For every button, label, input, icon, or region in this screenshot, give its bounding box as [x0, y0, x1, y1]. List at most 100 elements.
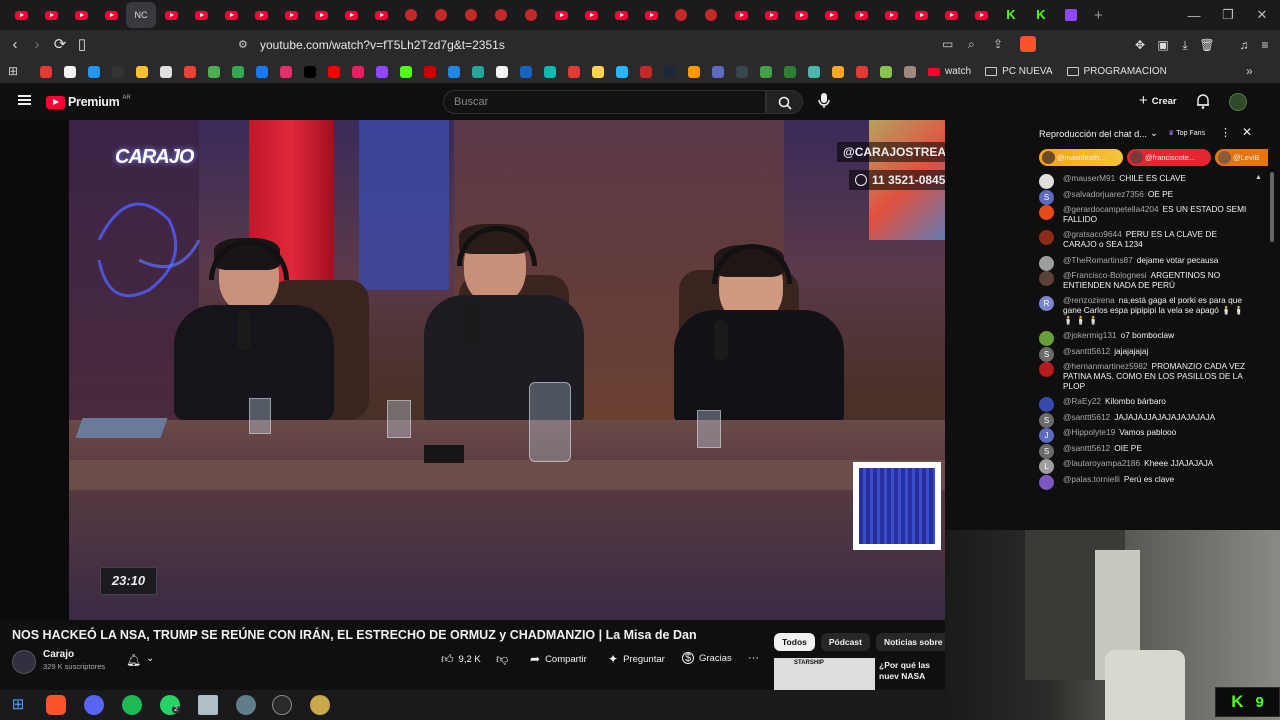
bookmark-icon[interactable] — [832, 65, 844, 78]
bookmark-icon[interactable] — [568, 65, 580, 78]
channel-avatar[interactable] — [12, 650, 36, 674]
browser-tab[interactable] — [1056, 2, 1086, 28]
close-chat-icon[interactable]: ✕ — [1242, 125, 1252, 139]
browser-tab[interactable]: NC — [126, 2, 156, 28]
top-fan-chip[interactable]: @maxideath... — [1039, 149, 1123, 166]
chat-avatar[interactable]: S — [1039, 412, 1054, 428]
chat-author[interactable]: @gerardocampetella4204 — [1063, 204, 1159, 214]
chat-author[interactable]: @santtt5612 — [1063, 412, 1110, 422]
browser-tab[interactable] — [636, 2, 666, 28]
search-button[interactable] — [766, 90, 803, 114]
bookmark-icon[interactable] — [160, 65, 172, 78]
browser-tab[interactable] — [546, 2, 576, 28]
browser-tab[interactable] — [816, 2, 846, 28]
chat-mode-dropdown[interactable]: Reproducción del chat d... ⌄ — [1039, 128, 1158, 139]
bookmark-icon[interactable] — [664, 65, 676, 78]
browser-tab[interactable] — [756, 2, 786, 28]
league-client-icon[interactable] — [310, 695, 330, 715]
app-icon[interactable] — [236, 695, 256, 715]
browser-tab[interactable] — [606, 2, 636, 28]
wallet-icon[interactable]: ▣ — [1154, 36, 1172, 54]
top-fans-button[interactable]: ♛ Top Fans — [1168, 129, 1205, 138]
browser-tab[interactable] — [276, 2, 306, 28]
chat-avatar[interactable]: S — [1039, 189, 1054, 205]
bookmark-icon[interactable] — [328, 65, 340, 78]
browser-tab[interactable] — [786, 2, 816, 28]
maximize-icon[interactable]: ❐ — [1209, 0, 1247, 30]
extensions-icon[interactable]: ✥ — [1131, 36, 1149, 54]
discord-icon[interactable] — [84, 695, 104, 715]
chat-avatar[interactable]: S — [1039, 346, 1054, 362]
chip-podcast[interactable]: Pódcast — [820, 633, 870, 651]
chat-avatar[interactable] — [1039, 397, 1054, 413]
thanks-button[interactable]: $ Gracias — [682, 652, 732, 664]
chat-author[interactable]: @Francisco-Bolognesi — [1063, 270, 1147, 280]
chat-author[interactable]: @santtt5612 — [1063, 443, 1110, 453]
chat-avatar[interactable]: R — [1039, 296, 1054, 312]
chat-avatar[interactable]: L — [1039, 459, 1054, 475]
chat-author[interactable]: @hernanmartinez5982 — [1063, 361, 1148, 372]
browser-tab[interactable] — [516, 2, 546, 28]
bookmark-icon[interactable] — [736, 65, 748, 78]
account-avatar[interactable] — [1229, 93, 1247, 111]
minimize-icon[interactable]: — — [1175, 0, 1213, 30]
chat-author[interactable]: @mauserM91 — [1063, 173, 1115, 183]
bookmark-folder-programacion[interactable]: PROGRAMACION — [1066, 66, 1167, 77]
bookmark-icon[interactable] — [904, 65, 916, 78]
browser-tab[interactable] — [876, 2, 906, 28]
chat-avatar[interactable] — [1039, 331, 1054, 347]
bookmark-icon[interactable] — [880, 65, 892, 78]
browser-tab[interactable] — [726, 2, 756, 28]
cast-icon[interactable]: ▭ — [942, 37, 953, 51]
chat-avatar[interactable]: S — [1039, 443, 1054, 459]
bookmark-watch[interactable]: watch — [928, 66, 971, 77]
bookmark-icon[interactable] — [256, 65, 268, 78]
browser-tab[interactable] — [936, 2, 966, 28]
chat-author[interactable]: @salvadorjuarez7356 — [1063, 189, 1144, 199]
chevron-down-icon[interactable]: ⌄ — [146, 653, 154, 664]
browser-tab[interactable] — [246, 2, 276, 28]
ask-button[interactable]: ✦ Preguntar — [608, 652, 665, 666]
chat-avatar[interactable] — [1039, 271, 1054, 287]
brave-shield-icon[interactable] — [1020, 36, 1036, 52]
bookmark-icon[interactable] — [88, 65, 100, 78]
share-button[interactable]: ➦ Compartir — [530, 652, 587, 666]
browser-tab[interactable] — [966, 2, 996, 28]
bookmark-icon[interactable] — [448, 65, 460, 78]
bookmark-icon[interactable] — [808, 65, 820, 78]
bookmark-icon[interactable] — [232, 65, 244, 78]
bookmark-icon[interactable] — [40, 65, 52, 78]
bookmark-icon[interactable] — [184, 65, 196, 78]
chat-avatar[interactable]: J — [1039, 428, 1054, 444]
channel-name[interactable]: Carajo — [43, 649, 74, 660]
chat-author[interactable]: @renzozirena — [1063, 295, 1115, 306]
spotify-icon[interactable] — [122, 695, 142, 715]
top-fan-chip[interactable]: @LeviB — [1215, 149, 1268, 166]
chat-avatar[interactable] — [1039, 362, 1054, 378]
browser-tab[interactable] — [486, 2, 516, 28]
search-box[interactable]: Buscar — [443, 90, 766, 114]
obs-icon[interactable] — [272, 695, 292, 715]
site-info-icon[interactable]: ⚙ — [238, 38, 248, 51]
bookmark-icon[interactable] — [208, 65, 220, 78]
notifications-bell-icon[interactable] — [1196, 93, 1211, 110]
chip-all[interactable]: Todos — [774, 633, 815, 651]
browser-tab[interactable]: K — [996, 2, 1026, 28]
bookmark-icon[interactable] — [400, 65, 412, 78]
bookmark-icon[interactable] — [376, 65, 388, 78]
chat-avatar[interactable] — [1039, 255, 1054, 271]
browser-tab[interactable] — [306, 2, 336, 28]
close-window-icon[interactable]: ✕ — [1243, 0, 1280, 30]
browser-tab[interactable] — [846, 2, 876, 28]
browser-tab[interactable]: K — [1026, 2, 1056, 28]
media-icon[interactable]: ♫ — [1235, 36, 1253, 54]
chat-avatar[interactable] — [1039, 174, 1054, 189]
new-tab-button[interactable]: + — [1094, 7, 1103, 24]
browser-tab[interactable] — [336, 2, 366, 28]
bookmark-icon[interactable] — [472, 65, 484, 78]
bookmark-icon[interactable] — [712, 65, 724, 78]
browser-tab[interactable] — [666, 2, 696, 28]
browser-tab[interactable] — [186, 2, 216, 28]
trash-icon[interactable]: 🗑 — [1198, 36, 1216, 54]
chat-scrollbar[interactable] — [1270, 172, 1274, 242]
